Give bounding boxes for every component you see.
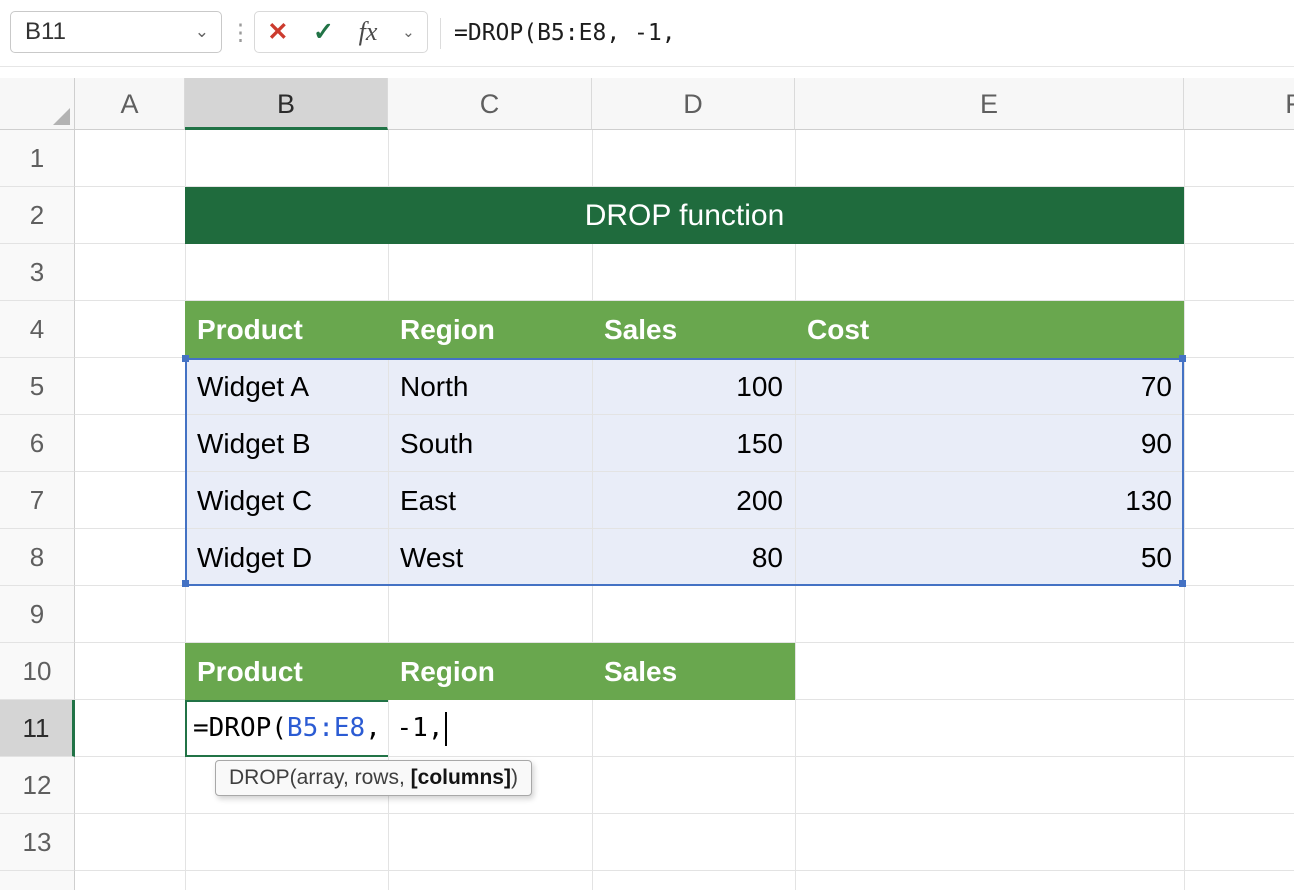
formula-input[interactable]: =DROP(B5:E8, -1, [454,0,676,66]
enter-icon[interactable]: ✓ [313,17,334,47]
function-hint-tooltip: DROP(array, rows, [columns]) [215,760,532,796]
tooltip-suffix: ) [511,766,518,789]
separator-dots-icon: ⋮ [229,11,252,53]
formula-suffix: , -1, [365,713,443,743]
range-handle[interactable] [1179,355,1186,362]
name-box[interactable]: B11 ⌄ [10,11,222,53]
cancel-icon[interactable]: ✕ [267,17,288,47]
reference-range-border[interactable] [185,358,1184,586]
range-handle[interactable] [182,355,189,362]
select-all-triangle-icon [53,108,70,125]
formula-prefix: =DROP( [193,713,287,743]
row-header-3[interactable]: 3 [0,244,75,301]
formula-buttons-group: ✕ ✓ fx ⌄ [254,11,428,53]
chevron-down-icon[interactable]: ⌄ [402,23,415,41]
cell-d10[interactable]: Sales [592,643,795,700]
cell-b11-formula-editor[interactable]: =DROP(B5:E8, -1, [193,700,447,757]
row-header-12[interactable]: 12 [0,757,75,814]
column-header-c[interactable]: C [388,78,592,130]
row-header-11[interactable]: 11 [0,700,75,757]
cell-e4[interactable]: Cost [795,301,1184,358]
cell-b10[interactable]: Product [185,643,388,700]
divider [440,18,441,49]
cell-c4[interactable]: Region [388,301,592,358]
cell-b4[interactable]: Product [185,301,388,358]
insert-function-icon[interactable]: fx [359,17,378,47]
tooltip-prefix: DROP(array, rows, [229,766,411,789]
row-header-1[interactable]: 1 [0,130,75,187]
column-header-a[interactable]: A [75,78,185,130]
row-header-13[interactable]: 13 [0,814,75,871]
formula-bar-area: B11 ⌄ ⋮ ✕ ✓ fx ⌄ =DROP(B5:E8, -1, [0,0,1294,67]
text-cursor [445,712,447,746]
range-handle[interactable] [182,580,189,587]
column-header-e[interactable]: E [795,78,1184,130]
row-header-5[interactable]: 5 [0,358,75,415]
row-header-2[interactable]: 2 [0,187,75,244]
formula-range-reference: B5:E8 [287,713,365,743]
column-header-b[interactable]: B [185,78,388,130]
worksheet: A B C D E F 1 2 3 4 5 6 7 8 9 10 11 12 1… [0,66,1294,890]
row-header-8[interactable]: 8 [0,529,75,586]
tooltip-columns-arg: [columns] [411,766,511,789]
range-handle[interactable] [1179,580,1186,587]
row-header-6[interactable]: 6 [0,415,75,472]
title-banner-cell[interactable]: DROP function [185,187,1184,244]
row-header-7[interactable]: 7 [0,472,75,529]
name-box-value: B11 [25,18,66,46]
excel-app: B11 ⌄ ⋮ ✕ ✓ fx ⌄ =DROP(B5:E8, -1, A B C … [0,0,1294,890]
row-header-9[interactable]: 9 [0,586,75,643]
cell-d4[interactable]: Sales [592,301,795,358]
cell-c10[interactable]: Region [388,643,592,700]
column-header-f[interactable]: F [1184,78,1294,130]
row-header-4[interactable]: 4 [0,301,75,358]
column-header-d[interactable]: D [592,78,795,130]
chevron-down-icon[interactable]: ⌄ [195,22,209,42]
gridline [1184,130,1185,890]
row-header-10[interactable]: 10 [0,643,75,700]
row-header-14[interactable]: 14 [0,871,75,890]
select-all-corner[interactable] [0,78,75,130]
